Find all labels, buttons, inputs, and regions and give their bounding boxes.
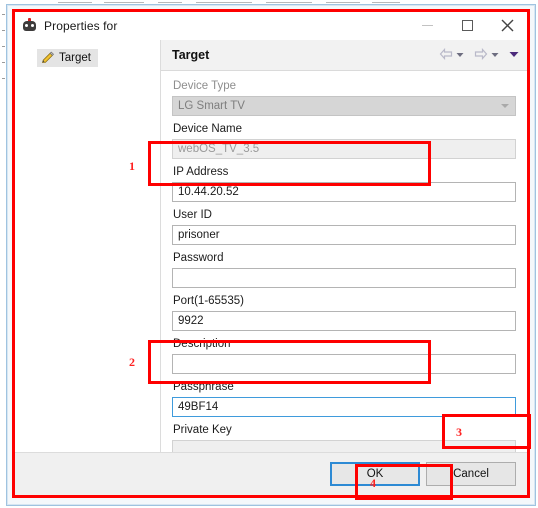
properties-dialog: Properties for Target Target Device Type… (14, 11, 528, 496)
menu-dropdown-icon[interactable] (509, 49, 519, 61)
minimize-icon[interactable] (407, 12, 447, 39)
password-field[interactable] (172, 268, 516, 288)
passphrase-label: Passphrase (173, 381, 234, 393)
device-name-field[interactable]: webOS_TV_3.5 (172, 139, 516, 159)
annotation-number-2: 2 (129, 355, 135, 369)
forward-arrow-icon[interactable] (474, 47, 488, 63)
port-value: 9922 (178, 315, 204, 327)
properties-form: Device Type LG Smart TV Device Name webO… (161, 71, 527, 452)
passphrase-field[interactable]: 49BF14 (172, 397, 516, 417)
description-field[interactable] (172, 354, 516, 374)
port-field[interactable]: 9922 (172, 311, 516, 331)
annotation-number-1: 1 (129, 159, 135, 173)
pencil-icon (40, 51, 55, 65)
user-id-field[interactable]: prisoner (172, 225, 516, 245)
private-key-label: Private Key (173, 424, 232, 436)
device-type-label: Device Type (173, 80, 237, 92)
password-label: Password (173, 252, 224, 264)
user-id-label: User ID (173, 209, 212, 221)
content-pane: Target Device Type LG Smart TV Device Na… (161, 40, 527, 452)
window-title: Properties for (44, 18, 118, 33)
window-controls (407, 12, 527, 39)
content-header: Target (161, 40, 527, 71)
device-type-value: LG Smart TV (178, 100, 245, 112)
back-arrow-icon[interactable] (439, 47, 453, 63)
maximize-icon[interactable] (447, 12, 487, 39)
nav-item-label: Target (59, 52, 91, 64)
page-title: Target (172, 48, 210, 62)
passphrase-value: 49BF14 (178, 401, 219, 413)
header-nav-icons (439, 47, 519, 63)
robot-app-icon (22, 18, 37, 33)
cancel-button[interactable]: Cancel (426, 462, 516, 486)
close-icon[interactable] (487, 12, 527, 39)
nav-item-target[interactable]: Target (37, 49, 98, 67)
user-id-value: prisoner (178, 229, 220, 241)
ip-address-label: IP Address (173, 166, 229, 178)
description-label: Description (173, 338, 231, 350)
private-key-field[interactable] (172, 440, 516, 452)
ip-address-value: 10.44.20.52 (178, 186, 239, 198)
title-bar[interactable]: Properties for (15, 12, 527, 40)
chevron-down-icon (501, 104, 509, 108)
navigation-pane: Target (15, 40, 161, 452)
ip-address-field[interactable]: 10.44.20.52 (172, 182, 516, 202)
device-name-label: Device Name (173, 123, 243, 135)
device-type-combobox[interactable]: LG Smart TV (172, 96, 516, 116)
annotation-number-3: 3 (456, 425, 462, 439)
dialog-footer: OK Cancel (15, 452, 527, 495)
annotation-number-4: 4 (370, 476, 376, 490)
device-name-value: webOS_TV_3.5 (178, 143, 260, 155)
forward-dropdown-icon[interactable] (491, 49, 499, 61)
back-dropdown-icon[interactable] (456, 49, 464, 61)
port-label: Port(1-65535) (173, 295, 244, 307)
dialog-body: Target Target Device Type LG Smart TV De… (15, 40, 527, 452)
